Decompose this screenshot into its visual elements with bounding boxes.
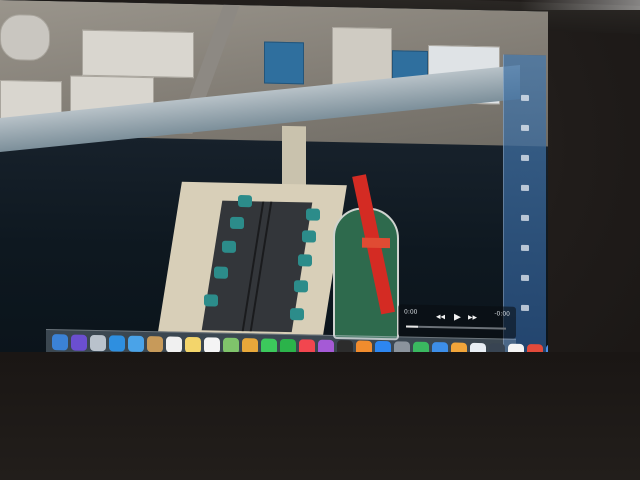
wallpaper-tank [230,216,244,230]
safari-icon[interactable] [109,334,125,352]
notes-icon[interactable] [185,336,201,353]
wallpaper-tank [204,294,218,307]
wallpaper-building [82,29,194,79]
wallpaper-tank [238,194,252,208]
media-time-remaining: -0:00 [494,310,510,318]
media-controls[interactable]: 0:00 -0:00 ◂◂ ▶ ▸▸ [398,304,516,339]
wallpaper-bridge [282,125,306,189]
forward-icon[interactable]: ▸▸ [468,313,477,323]
wallpaper-building [264,41,304,85]
wallpaper-tank [222,240,236,253]
media-time-elapsed: 0:00 [404,308,418,316]
panel-icon-5[interactable] [521,214,529,222]
wallpaper-tank [302,230,316,243]
wallpaper-tank [294,280,308,293]
wallpaper-tank [0,14,50,62]
panel-icon-1[interactable] [521,94,529,102]
finder-icon[interactable] [52,333,68,350]
panel-icon-7[interactable] [521,274,529,282]
panel-icon-3[interactable] [521,154,529,162]
media-progress-fill [406,325,418,328]
contacts-icon[interactable] [147,335,163,352]
wallpaper-tank [298,254,312,267]
wallpaper-tank [214,266,228,279]
wallpaper-crane-arm [362,237,390,249]
mail-icon[interactable] [128,335,144,352]
panel-icon-6[interactable] [521,244,529,252]
desktop-screen: 0:00 -0:00 ◂◂ ▶ ▸▸ [0,0,548,364]
wallpaper-tank [306,208,320,221]
panel-icon-4[interactable] [521,184,529,192]
calendar-icon[interactable] [166,335,182,353]
panel-icon-2[interactable] [521,124,529,132]
light-glare [520,0,640,10]
wallpaper-tank [290,308,304,321]
reminders-icon[interactable] [204,336,220,354]
siri-icon[interactable] [71,333,87,351]
play-icon[interactable]: ▶ [454,313,461,323]
panel-icon-8[interactable] [521,304,529,312]
rewind-icon[interactable]: ◂◂ [436,312,445,322]
desk-surface [0,352,640,480]
launchpad-icon[interactable] [90,334,106,351]
media-progress-bar[interactable] [406,325,506,330]
